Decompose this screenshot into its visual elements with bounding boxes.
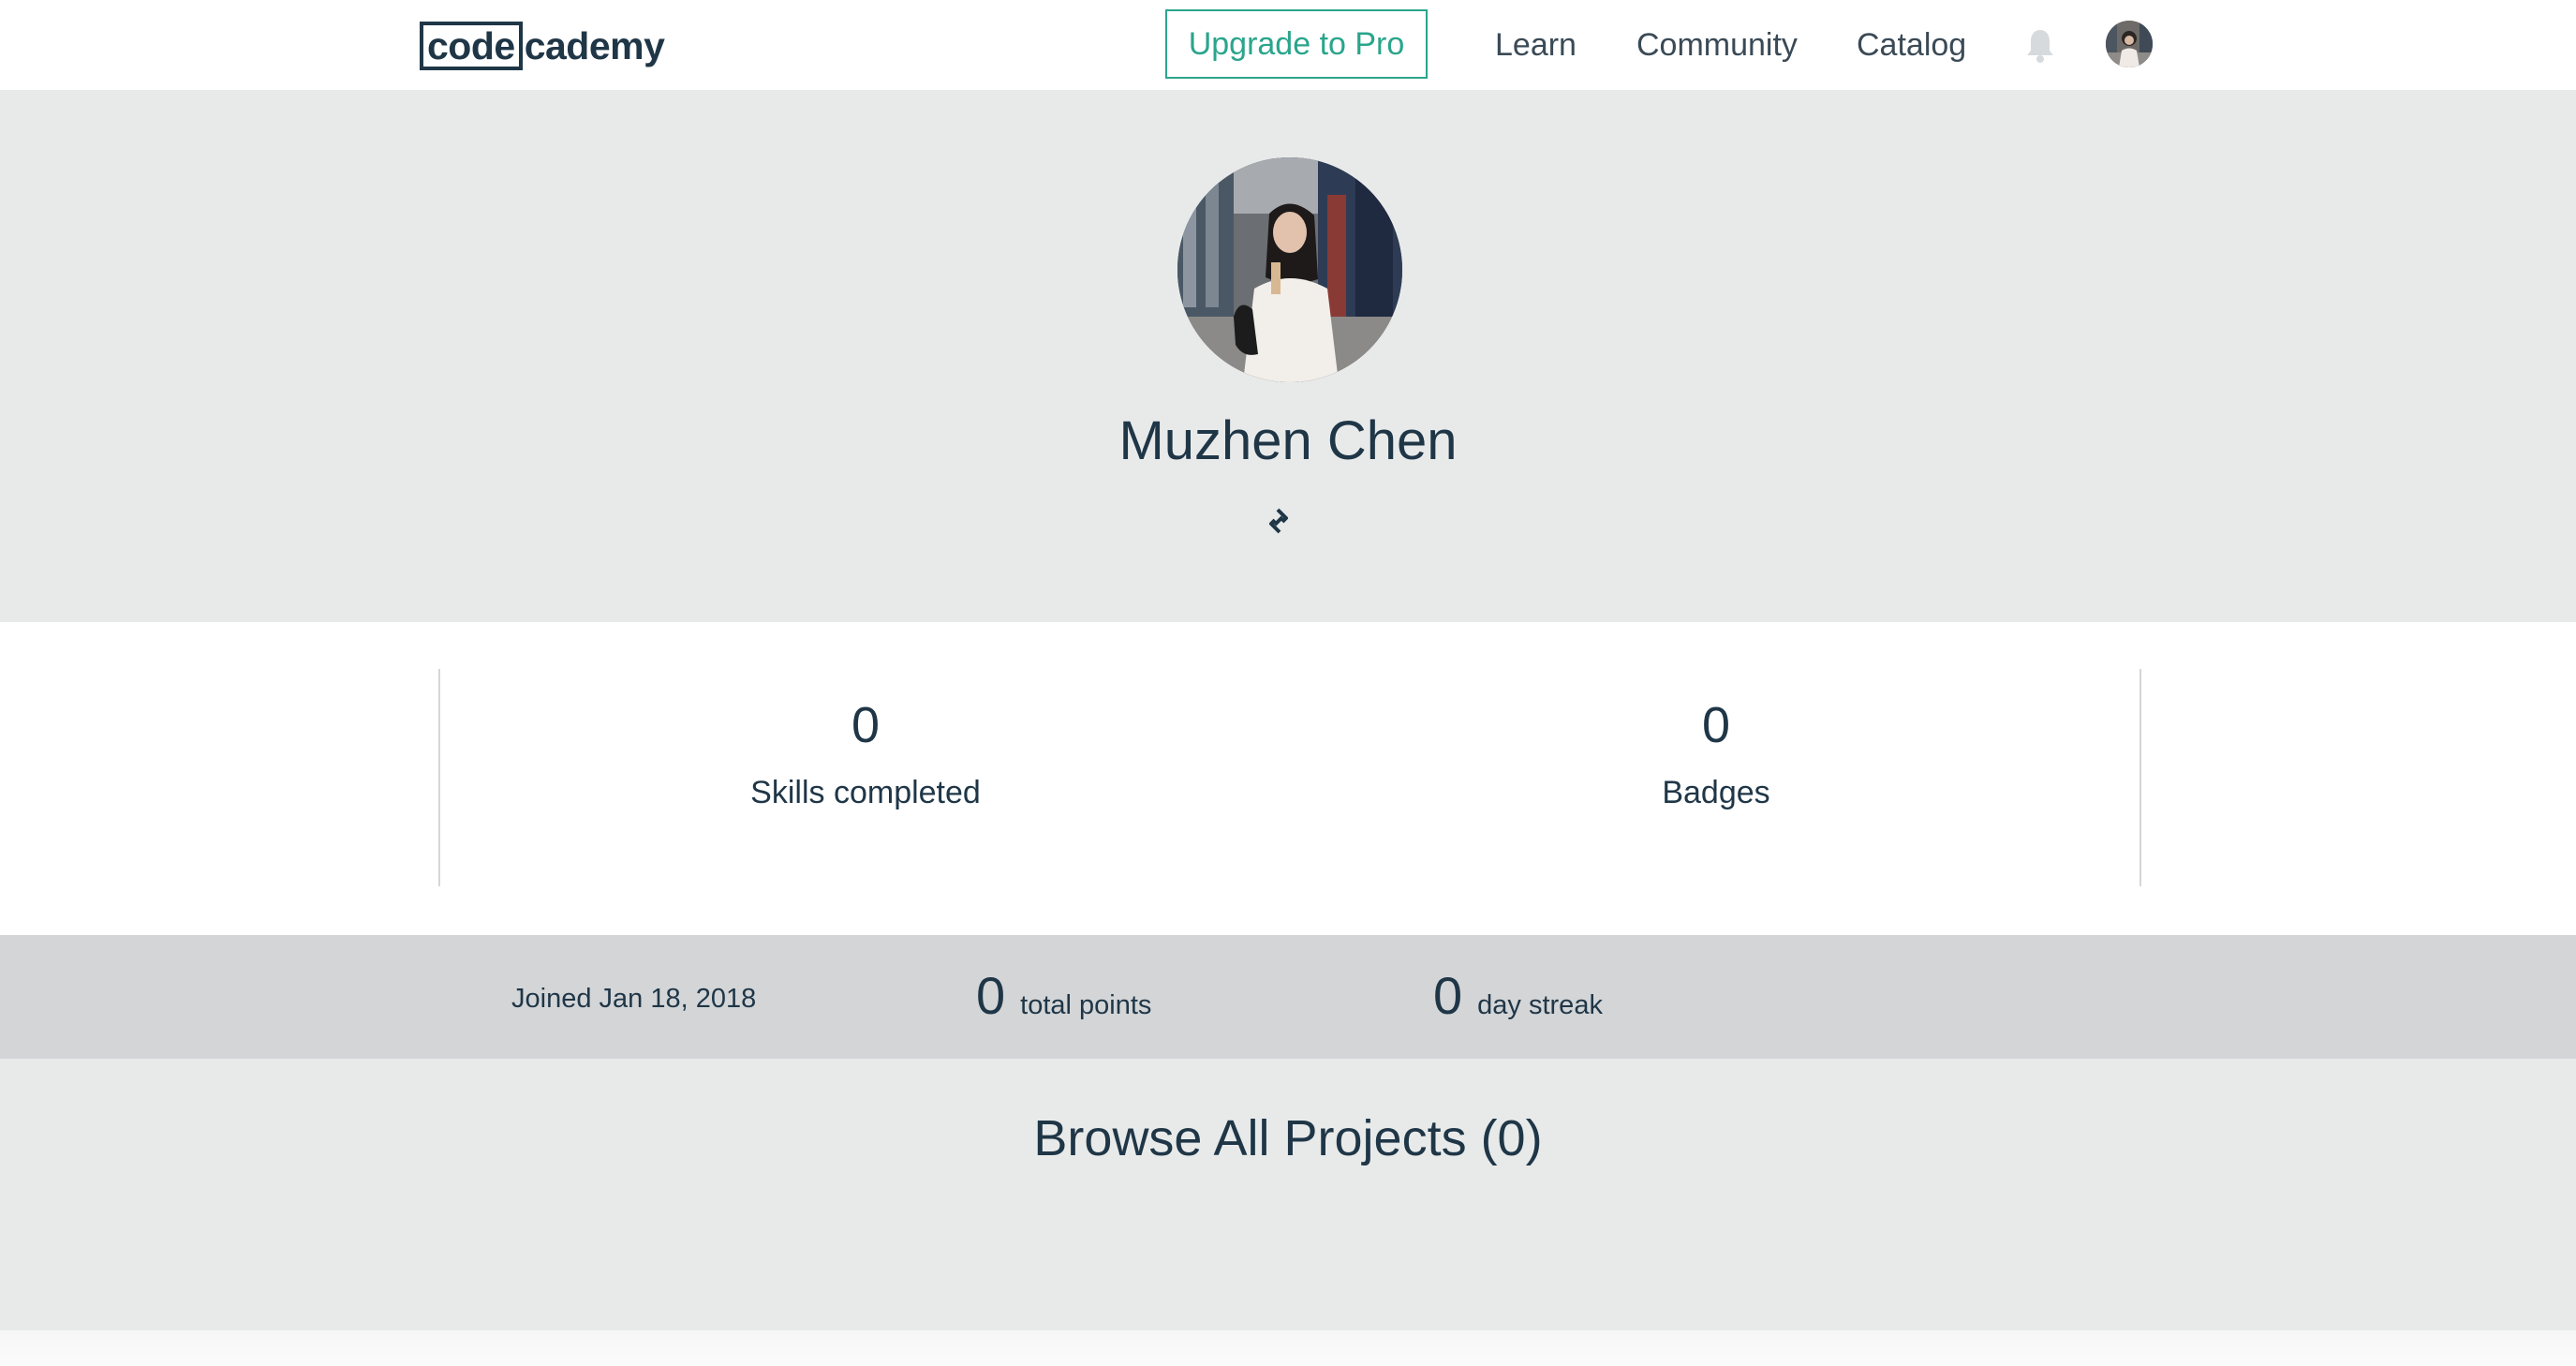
joined-date: Joined Jan 18, 2018	[511, 984, 757, 1014]
bell-icon[interactable]	[2023, 26, 2057, 64]
upgrade-to-pro-button[interactable]: Upgrade to Pro	[1165, 9, 1428, 79]
badges-value: 0	[1701, 697, 1731, 753]
badges-label: Badges	[1662, 775, 1770, 810]
stats-section: 0 Skills completed 0 Badges	[0, 622, 2576, 935]
stats-card: 0 Skills completed 0 Badges	[438, 669, 2141, 886]
codecademy-logo[interactable]: code cademy	[420, 21, 665, 71]
day-streak-label: day streak	[1477, 990, 1603, 1020]
skills-completed-stat: 0 Skills completed	[585, 669, 1147, 813]
page-footer-edge	[0, 1330, 2576, 1366]
browse-projects-title: Browse All Projects (0)	[1033, 1110, 1543, 1166]
nav-link-learn[interactable]: Learn	[1495, 24, 1577, 66]
total-points-value: 0	[976, 966, 1006, 1025]
day-streak-value: 0	[1433, 966, 1463, 1025]
profile-photo	[1177, 157, 1402, 382]
profile-name: Muzhen Chen	[1118, 410, 1458, 471]
day-streak: 0 day streak	[1433, 963, 1603, 1029]
badges-stat: 0 Badges	[1435, 669, 1997, 813]
logo-boxed-text: code	[420, 22, 523, 70]
link-icon[interactable]	[1260, 502, 1297, 540]
user-avatar-menu[interactable]	[2106, 21, 2153, 67]
projects-section: Browse All Projects (0)	[0, 1059, 2576, 1330]
avatar-image	[2106, 21, 2153, 67]
logo-text: cademy	[524, 24, 665, 67]
top-navigation: code cademy Upgrade to Pro Learn Communit…	[0, 0, 2576, 90]
total-points-label: total points	[1020, 990, 1152, 1020]
total-points: 0 total points	[976, 963, 1151, 1029]
skills-completed-value: 0	[851, 697, 881, 753]
skills-completed-label: Skills completed	[750, 775, 981, 810]
profile-header: Muzhen Chen	[0, 90, 2576, 622]
profile-avatar	[1177, 157, 1402, 382]
nav-link-catalog[interactable]: Catalog	[1857, 24, 1966, 66]
profile-meta-bar: Joined Jan 18, 2018 0 total points 0 day…	[0, 935, 2576, 1059]
nav-link-community[interactable]: Community	[1636, 24, 1798, 66]
